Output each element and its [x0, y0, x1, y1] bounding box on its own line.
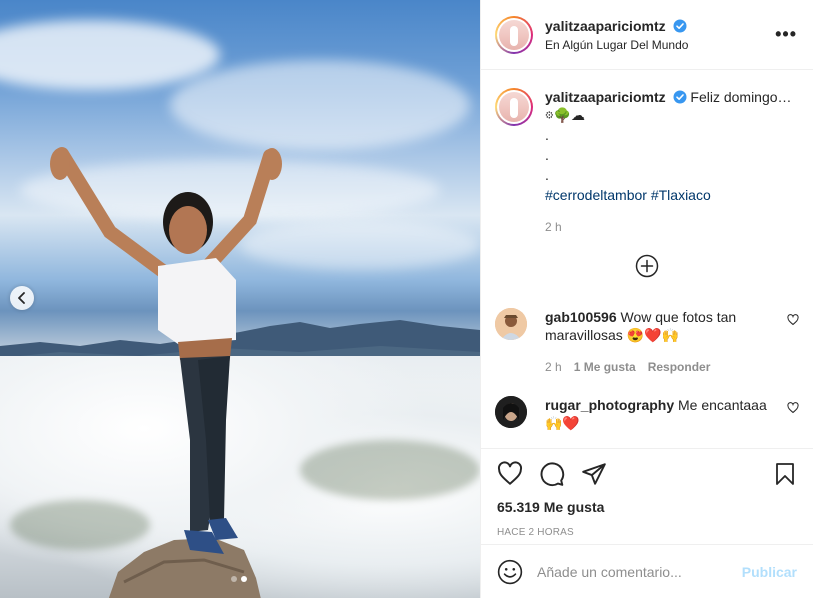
emoji-icon[interactable] — [497, 559, 523, 585]
avatar-image — [495, 396, 527, 428]
caption-username[interactable]: yalitzaapariciomtz — [545, 89, 666, 105]
comment-item: rugar_photography Me encantaaa🙌❤️ — [495, 396, 799, 432]
avatar-image — [495, 308, 527, 340]
verified-badge-icon — [673, 19, 686, 32]
caption-author-avatar[interactable] — [495, 88, 533, 126]
comment-item: gab100596 Wow que fotos tan maravillosas… — [495, 308, 799, 376]
bookmark-icon[interactable] — [773, 461, 797, 487]
likes-count[interactable]: 65.319 Me gusta — [497, 499, 797, 515]
avatar-image — [499, 92, 529, 122]
plus-circle-icon[interactable] — [635, 254, 659, 278]
chevron-left-icon — [18, 292, 25, 304]
caption-dot: . — [545, 127, 549, 143]
caption-dot: . — [545, 167, 549, 183]
post-side-panel: yalitzaapariciomtz En Algún Lugar Del Mu… — [480, 0, 813, 598]
carousel-dot-active — [241, 576, 247, 582]
reply-button[interactable]: Responder — [648, 358, 711, 376]
carousel-dot — [231, 576, 237, 582]
hashtag-link[interactable]: #Tlaxiaco — [651, 187, 711, 203]
post-caption: yalitzaapariciomtz Feliz domingo… 𖡼🌳☁ . … — [495, 88, 795, 236]
author-username[interactable]: yalitzaapariciomtz — [545, 18, 666, 34]
instagram-post: yalitzaapariciomtz En Algún Lugar Del Mu… — [0, 0, 813, 598]
avatar-image — [499, 19, 529, 50]
comment-heart-icon[interactable] — [787, 314, 799, 326]
post-location[interactable]: En Algún Lugar Del Mundo — [545, 38, 775, 52]
paper-plane-icon[interactable] — [581, 461, 607, 487]
commenter-avatar[interactable] — [495, 396, 527, 428]
sky-cloud — [0, 20, 220, 90]
comment-likes-link[interactable]: 1 Me gusta — [574, 358, 636, 376]
verified-badge-icon — [673, 90, 686, 104]
person-figure — [50, 147, 282, 554]
caption-time: 2 h — [545, 220, 562, 234]
carousel-indicator — [231, 576, 247, 582]
comment-bubble-icon[interactable] — [539, 461, 565, 487]
post-timestamp: HACE 2 HORAS — [497, 527, 574, 538]
caption-dot: . — [545, 147, 549, 163]
previous-photo-button[interactable] — [10, 286, 34, 310]
comment-input[interactable] — [537, 563, 742, 580]
commenter-avatar[interactable] — [495, 308, 527, 340]
comments-section: yalitzaapariciomtz Feliz domingo… 𖡼🌳☁ . … — [481, 70, 813, 448]
commenter-username[interactable]: gab100596 — [545, 309, 617, 325]
post-actions: 65.319 Me gusta HACE 2 HORAS — [481, 448, 813, 544]
publish-button[interactable]: Publicar — [742, 564, 797, 580]
post-header: yalitzaapariciomtz En Algún Lugar Del Mu… — [481, 0, 813, 70]
post-photo[interactable] — [0, 0, 480, 598]
more-options-icon[interactable]: ••• — [775, 24, 797, 45]
add-comment-bar: Publicar — [481, 544, 813, 598]
commenter-username[interactable]: rugar_photography — [545, 397, 674, 413]
comment-time: 2 h — [545, 360, 562, 374]
hashtag-link[interactable]: #cerrodeltambor — [545, 187, 647, 203]
valley-patch — [300, 440, 480, 500]
author-avatar[interactable] — [495, 15, 533, 54]
heart-icon[interactable] — [497, 461, 523, 487]
comment-heart-icon[interactable] — [787, 402, 799, 414]
sky-cloud — [170, 60, 470, 150]
